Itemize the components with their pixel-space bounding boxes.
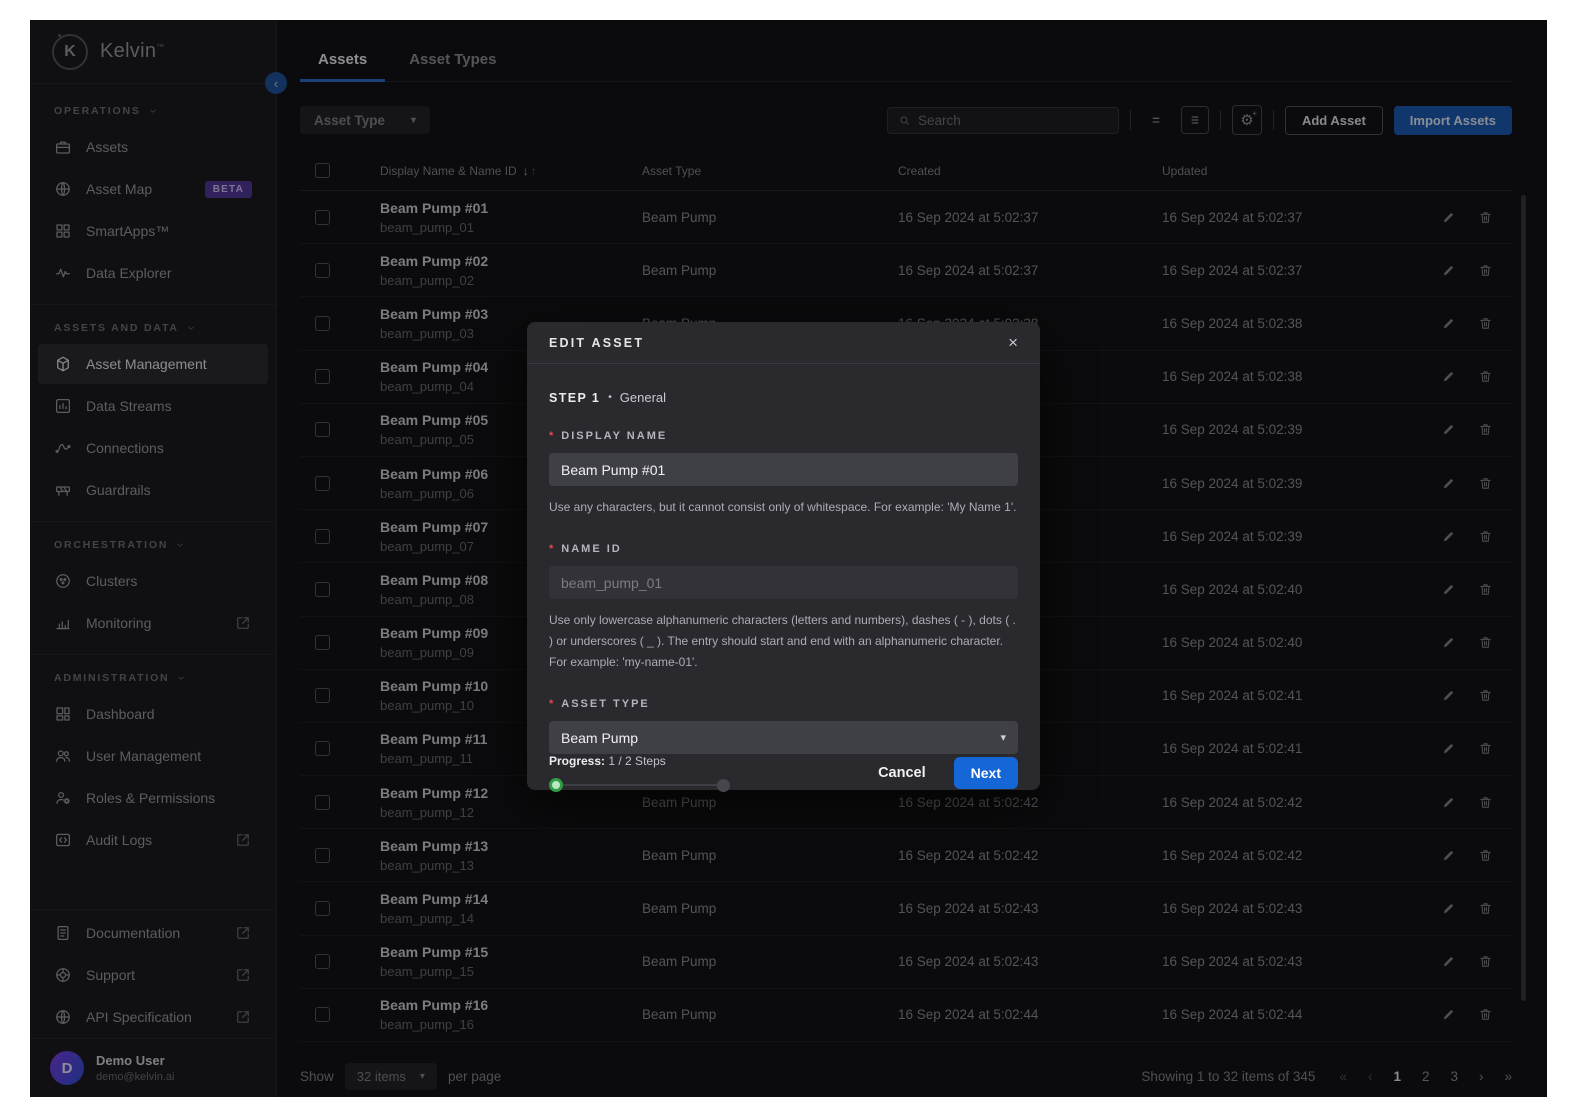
progress-block: Progress: 1 / 2 Steps (549, 754, 739, 792)
name-id-input (549, 566, 1018, 599)
name-id-help: Use only lowercase alphanumeric characte… (549, 610, 1018, 673)
progress-label: Progress: 1 / 2 Steps (549, 754, 739, 768)
required-asterisk: * (549, 698, 555, 710)
modal-footer: Progress: 1 / 2 Steps Cancel Next (527, 754, 1040, 810)
next-button[interactable]: Next (954, 757, 1018, 789)
cancel-button[interactable]: Cancel (878, 765, 926, 781)
required-asterisk: * (549, 543, 555, 555)
name-id-label: * NAME ID (549, 543, 1018, 555)
display-name-input[interactable] (549, 453, 1018, 486)
display-name-label: * DISPLAY NAME (549, 430, 1018, 442)
modal-header: EDIT ASSET × (527, 322, 1040, 364)
display-name-help: Use any characters, but it cannot consis… (549, 497, 1018, 518)
slider-next-step-handle[interactable] (717, 779, 730, 792)
modal-body: STEP 1 • General * DISPLAY NAME Use any … (527, 364, 1040, 754)
step-slider (549, 778, 739, 792)
edit-asset-modal: EDIT ASSET × STEP 1 • General * DISPLAY … (527, 322, 1040, 790)
slider-track (556, 784, 724, 786)
modal-title: EDIT ASSET (549, 336, 644, 350)
required-asterisk: * (549, 430, 555, 442)
asset-type-select[interactable]: Beam Pump ▾ (549, 721, 1018, 754)
step-indicator: STEP 1 • General (549, 390, 1018, 405)
asset-type-label: * ASSET TYPE (549, 698, 1018, 710)
app-window: K Kelvin™ ‹ OPERATIONSAssetsAsset MapBET… (30, 20, 1547, 1097)
slider-current-step-handle[interactable] (549, 778, 563, 792)
close-icon[interactable]: × (1008, 334, 1018, 351)
caret-down-icon: ▾ (1000, 731, 1006, 744)
bullet-icon: • (608, 392, 612, 403)
